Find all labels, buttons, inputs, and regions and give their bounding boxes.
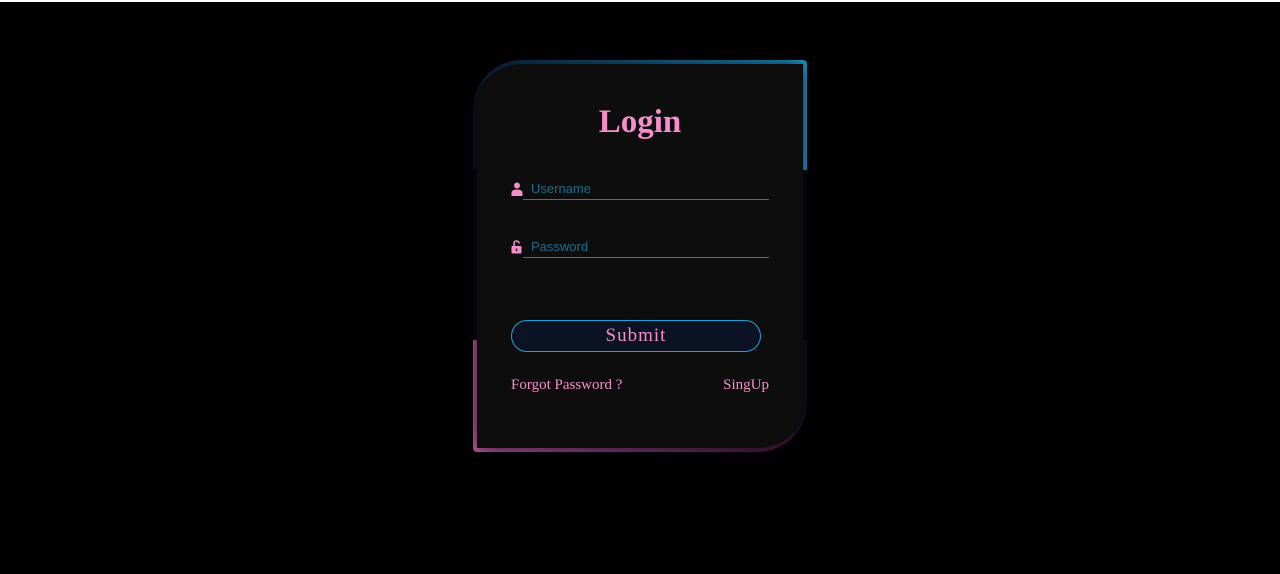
login-card: Login Submit Forgot Password ? SingUp xyxy=(473,60,807,452)
top-border-line xyxy=(0,0,1280,2)
username-input[interactable] xyxy=(523,178,769,200)
submit-button[interactable]: Submit xyxy=(511,320,761,352)
user-icon xyxy=(511,182,523,196)
forgot-password-link[interactable]: Forgot Password ? xyxy=(511,377,622,394)
login-title: Login xyxy=(598,104,682,140)
password-field xyxy=(511,236,769,260)
unlock-icon xyxy=(511,240,523,254)
username-field xyxy=(511,178,769,202)
signup-link[interactable]: SingUp xyxy=(723,377,769,394)
password-input[interactable] xyxy=(523,236,769,258)
